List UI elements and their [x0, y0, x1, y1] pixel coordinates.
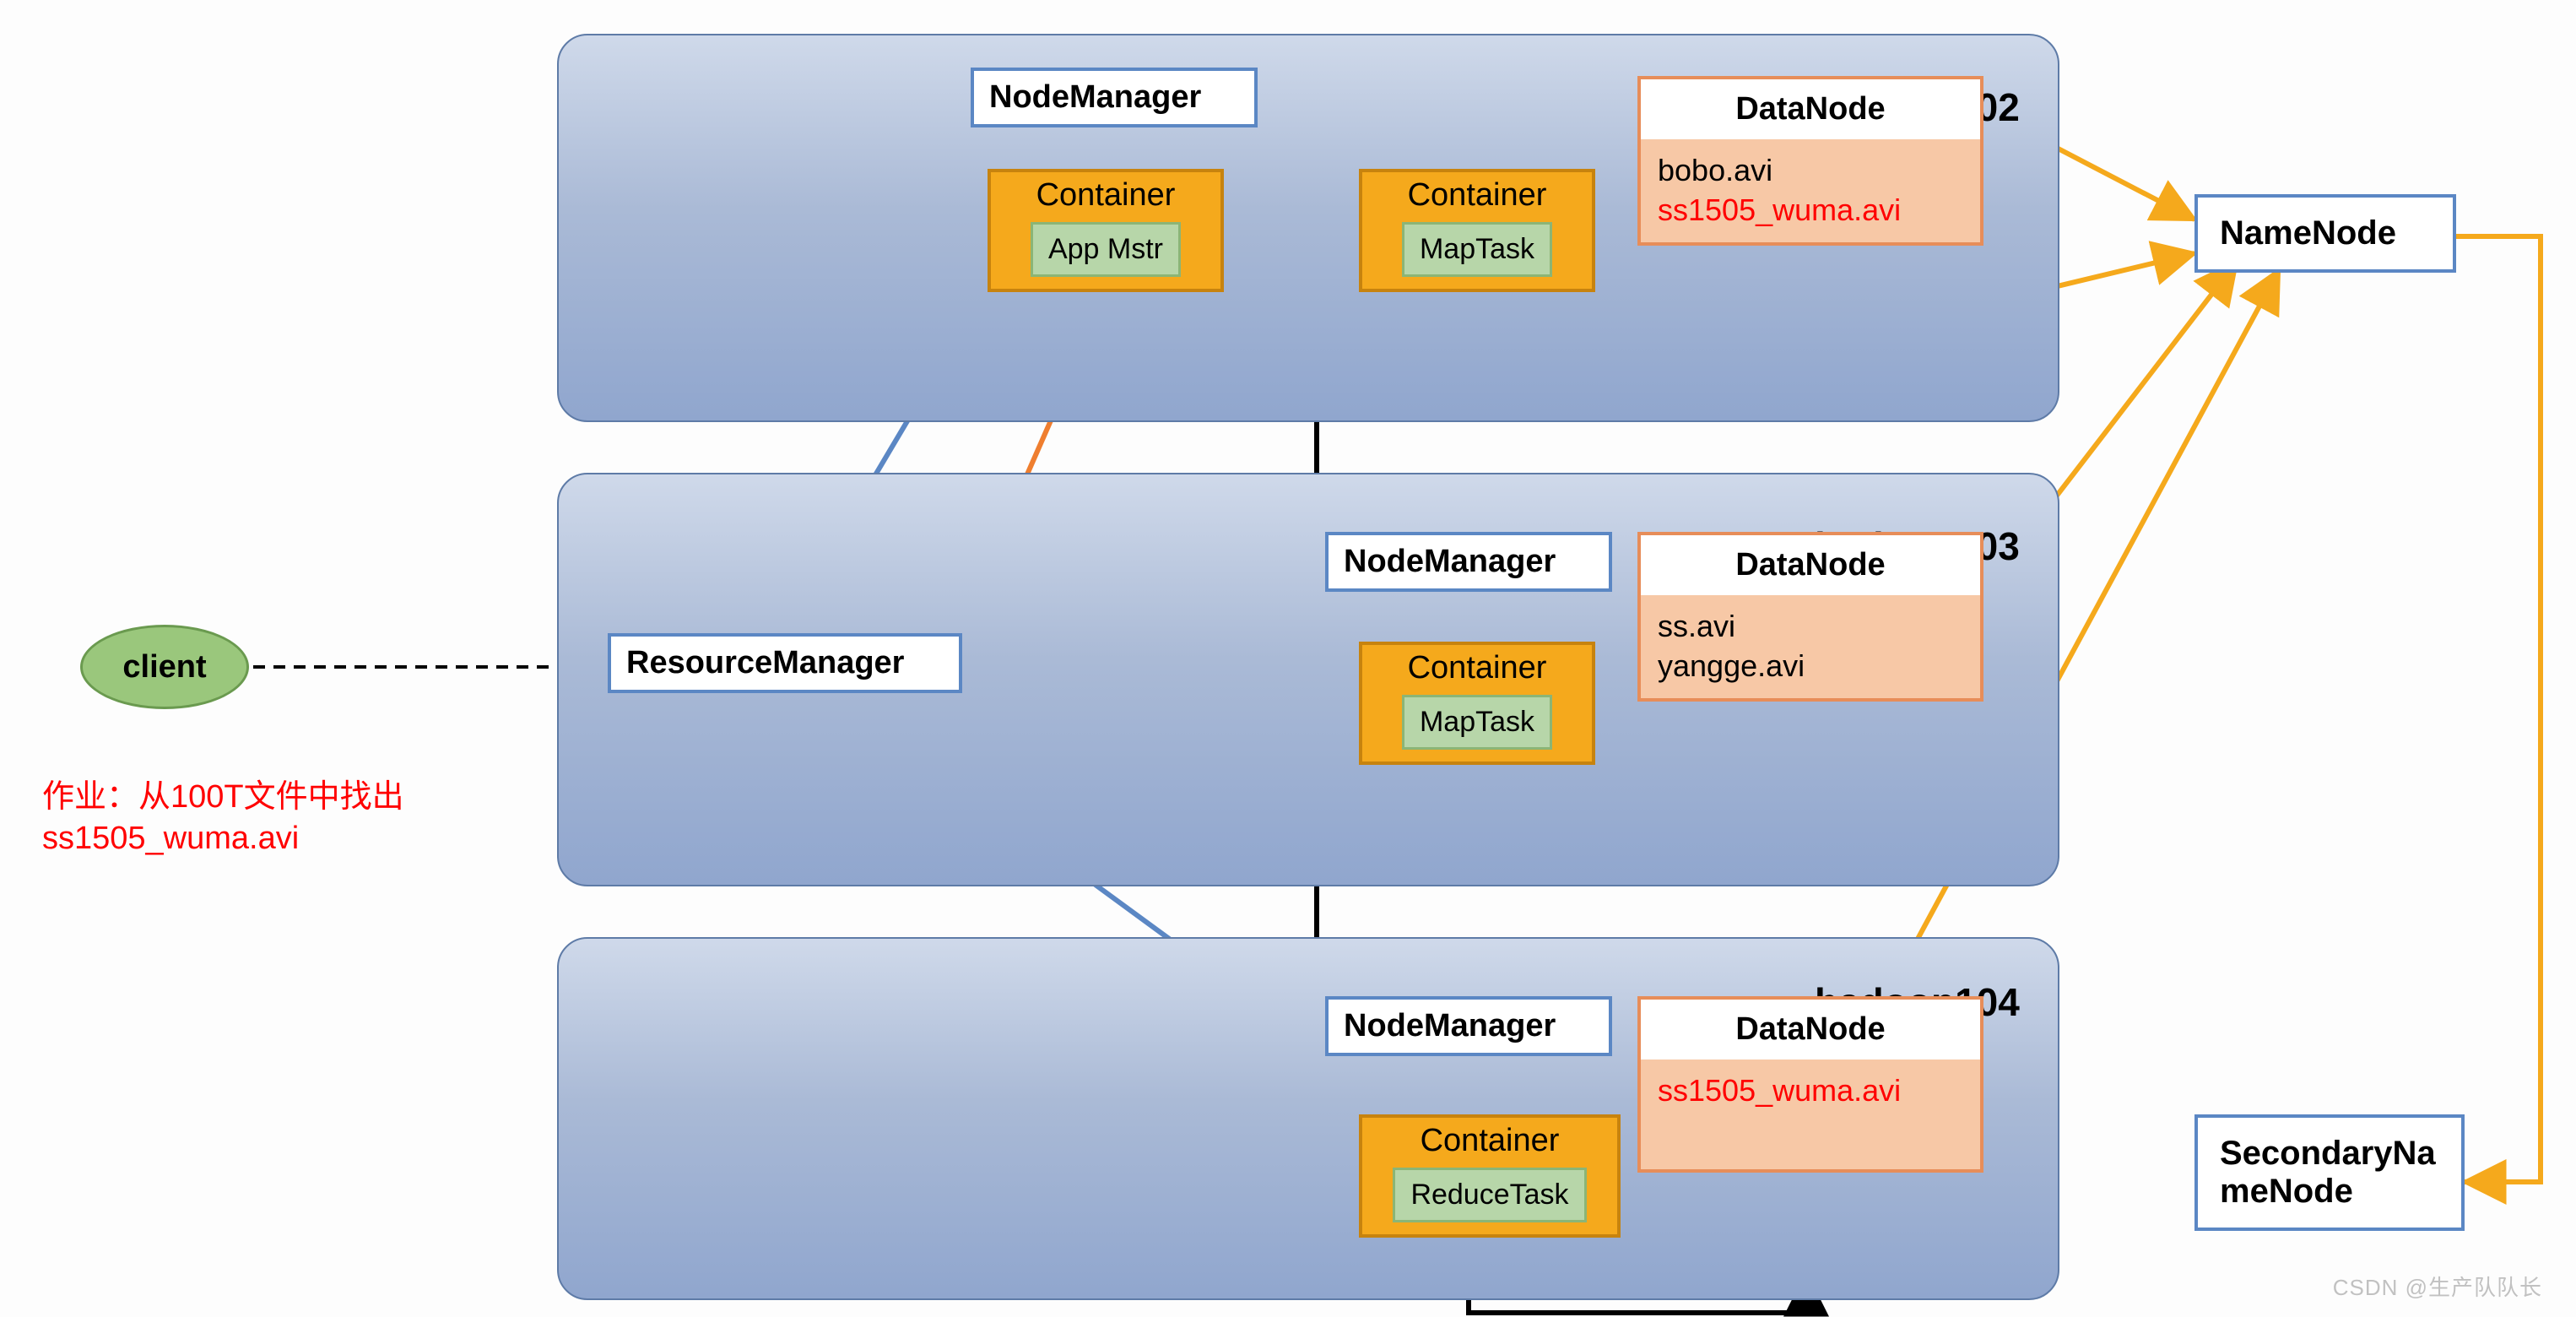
secondary-namenode: SecondaryNa meNode — [2194, 1114, 2465, 1231]
resource-manager: ResourceManager — [608, 633, 962, 693]
job-description: 作业：从100T文件中找出 ss1505_wuma.avi — [42, 777, 404, 860]
task-reducetask-104: ReduceTask — [1393, 1168, 1586, 1222]
container-reducetask-104: Container ReduceTask — [1359, 1114, 1621, 1238]
watermark: CSDN @生产队队长 — [2333, 1271, 2542, 1302]
file: ss1505_wuma.avi — [1658, 1071, 1963, 1111]
nodemanager-104: NodeManager — [1325, 996, 1612, 1056]
client-node: client — [80, 625, 249, 709]
container-maptask-103: Container MapTask — [1359, 642, 1595, 765]
file: yangge.avi — [1658, 647, 1963, 686]
nodemanager-102: NodeManager — [971, 68, 1258, 127]
client-label: client — [122, 649, 206, 686]
task-maptask-103: MapTask — [1402, 695, 1552, 750]
container-maptask-102: Container MapTask — [1359, 169, 1595, 292]
datanode-103: DataNode ss.avi yangge.avi — [1637, 532, 1983, 702]
nodemanager-103: NodeManager — [1325, 532, 1612, 592]
container-appmstr: Container App Mstr — [988, 169, 1224, 292]
file: ss.avi — [1658, 607, 1963, 647]
file: bobo.avi — [1658, 151, 1963, 191]
namenode: NameNode — [2194, 194, 2456, 273]
datanode-102: DataNode bobo.avi ss1505_wuma.avi — [1637, 76, 1983, 246]
task-maptask-102: MapTask — [1402, 222, 1552, 277]
task-app-mstr: App Mstr — [1031, 222, 1181, 277]
datanode-104: DataNode ss1505_wuma.avi — [1637, 996, 1983, 1173]
file: ss1505_wuma.avi — [1658, 191, 1963, 230]
